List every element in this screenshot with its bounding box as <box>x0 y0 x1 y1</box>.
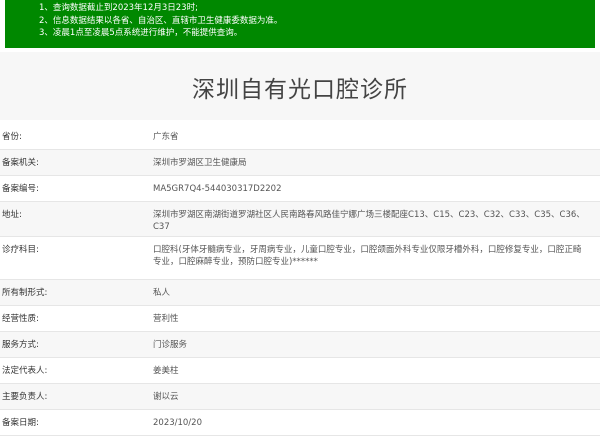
row-business-nature: 经营性质: 营利性 <box>0 306 600 332</box>
row-principal: 主要负责人: 谢以云 <box>0 384 600 410</box>
field-value: 营利性 <box>153 314 179 324</box>
field-value: 谢以云 <box>153 392 179 402</box>
field-label: 服务方式: <box>2 340 39 350</box>
notice-line: 3、凌晨1点至凌晨5点系统进行维护，不能提供查询。 <box>39 28 243 38</box>
field-label: 诊疗科目: <box>2 245 39 255</box>
field-label: 法定代表人: <box>2 366 48 376</box>
field-value: 2023/10/20 <box>153 418 202 428</box>
field-value: 口腔科(牙体牙髓病专业，牙周病专业，儿童口腔专业，口腔颌面外科专业仅限牙槽外科，… <box>153 245 582 267</box>
row-filing-number: 备案编号: MA5GR7Q4-544030317D2202 <box>0 176 600 202</box>
notice-line: 1、查询数据截止到2023年12月3日23时; <box>39 3 198 13</box>
row-service-type: 服务方式: 门诊服务 <box>0 332 600 358</box>
field-label: 所有制形式: <box>2 288 48 298</box>
notice-line: 2、信息数据结果以各省、自治区、直辖市卫生健康委数据为准。 <box>39 15 283 26</box>
field-value: 门诊服务 <box>153 340 188 350</box>
field-label: 备案编号: <box>2 184 39 194</box>
field-label: 主要负责人: <box>2 392 48 402</box>
field-value: 深圳市罗湖区卫生健康局 <box>153 158 247 168</box>
title-section: 深圳自有光口腔诊所 <box>0 52 600 120</box>
row-legal-representative: 法定代表人: 姜美柱 <box>0 358 600 384</box>
field-label: 省份: <box>2 132 22 142</box>
field-label: 备案机关: <box>2 158 39 168</box>
row-filing-authority: 备案机关: 深圳市罗湖区卫生健康局 <box>0 150 600 176</box>
field-value: 姜美柱 <box>153 366 179 376</box>
row-filing-date: 备案日期: 2023/10/20 <box>0 410 600 436</box>
page-title: 深圳自有光口腔诊所 <box>192 77 408 103</box>
notice-banner: 1、查询数据截止到2023年12月3日23时; 2、信息数据结果以各省、自治区、… <box>5 0 595 48</box>
info-table: 省份: 广东省 备案机关: 深圳市罗湖区卫生健康局 备案编号: MA5GR7Q4… <box>0 124 600 436</box>
field-label: 备案日期: <box>2 418 39 428</box>
field-label: 地址: <box>2 210 22 220</box>
row-address: 地址: 深圳市罗湖区南湖街道罗湖社区人民南路春风路佳宁娜广场三楼配座C13、C1… <box>0 202 600 237</box>
field-label: 经营性质: <box>2 314 39 324</box>
row-ownership: 所有制形式: 私人 <box>0 280 600 306</box>
field-value: 广东省 <box>153 132 179 142</box>
row-province: 省份: 广东省 <box>0 124 600 150</box>
field-value: 私人 <box>153 288 171 298</box>
row-medical-subjects: 诊疗科目: 口腔科(牙体牙髓病专业，牙周病专业，儿童口腔专业，口腔颌面外科专业仅… <box>0 237 600 280</box>
field-value: 深圳市罗湖区南湖街道罗湖社区人民南路春风路佳宁娜广场三楼配座C13、C15、C2… <box>153 210 585 232</box>
field-value: MA5GR7Q4-544030317D2202 <box>153 184 282 194</box>
